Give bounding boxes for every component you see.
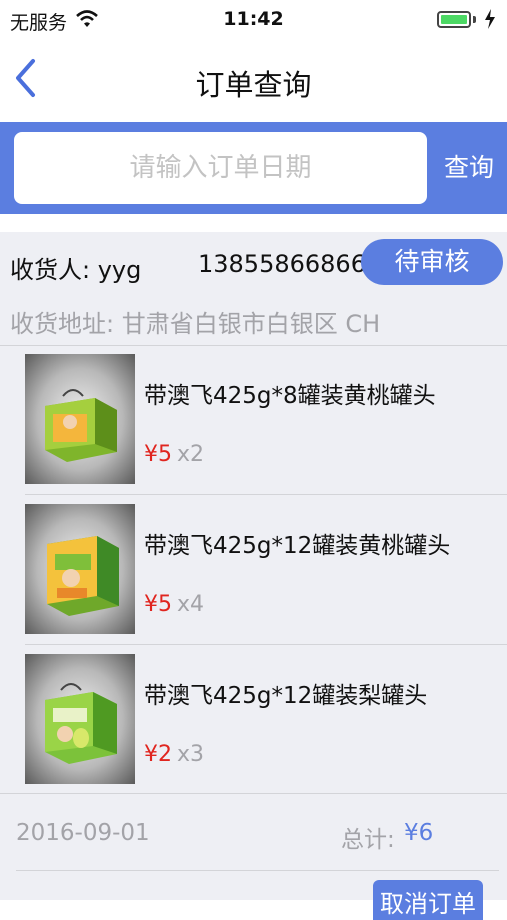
status-badge[interactable]: 待审核	[361, 239, 503, 285]
product-price: ¥5	[144, 442, 172, 467]
divider	[16, 870, 499, 871]
battery-tip	[473, 16, 476, 23]
product-price: ¥5	[144, 592, 172, 617]
product-image	[25, 654, 135, 784]
divider	[25, 494, 507, 495]
receiver-row: 收货人: yyg 13855866866 待审核	[0, 232, 507, 294]
shipping-address: 收货地址: 甘肃省白银市白银区 CH	[10, 310, 381, 338]
product-price: ¥2	[144, 742, 172, 767]
product-quantity: x2	[177, 442, 205, 467]
divider	[25, 644, 507, 645]
product-name: 带澳飞425g*8罐装黄桃罐头	[144, 383, 436, 409]
product-name: 带澳飞425g*12罐装梨罐头	[144, 683, 428, 709]
receiver-phone: 13855866866	[198, 250, 366, 278]
battery-icon	[437, 11, 471, 28]
receiver-name: 收货人: yyg	[10, 256, 142, 284]
total-label: 总计:	[341, 827, 395, 853]
product-quantity: x4	[177, 592, 205, 617]
order-date: 2016-09-01	[16, 820, 150, 846]
status-bar: 无服务 11:42	[0, 0, 507, 40]
product-image	[25, 504, 135, 634]
product-image	[25, 354, 135, 484]
list-item[interactable]: 带澳飞425g*12罐装梨罐头 ¥2 x3	[0, 646, 507, 796]
product-quantity: x3	[177, 742, 205, 767]
search-bar: 查询	[0, 122, 507, 214]
charging-icon	[485, 9, 495, 29]
cancel-order-button[interactable]: 取消订单	[373, 880, 483, 920]
search-button[interactable]: 查询	[437, 132, 501, 204]
list-item[interactable]: 带澳飞425g*12罐装黄桃罐头 ¥5 x4	[0, 496, 507, 646]
order-date-search-input[interactable]	[14, 132, 427, 204]
total-value: ¥6	[404, 820, 434, 846]
order-footer: 2016-09-01 总计: ¥6	[0, 794, 507, 870]
order-card: 收货人: yyg 13855866866 待审核 收货地址: 甘肃省白银市白银区…	[0, 232, 507, 920]
spacer	[0, 214, 507, 232]
clock-label: 11:42	[223, 8, 284, 30]
product-name: 带澳飞425g*12罐装黄桃罐头	[144, 533, 451, 559]
list-item[interactable]: 带澳飞425g*8罐装黄桃罐头 ¥5 x2	[0, 346, 507, 496]
page-title: 订单查询	[195, 68, 312, 102]
navigation-bar: 订单查询	[0, 40, 507, 122]
